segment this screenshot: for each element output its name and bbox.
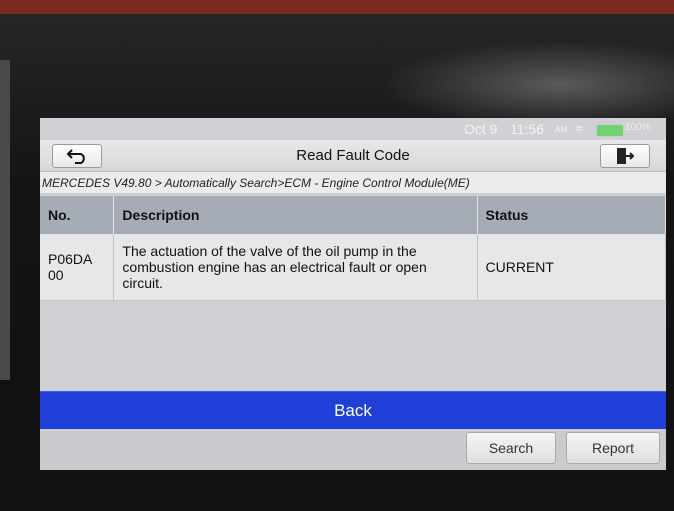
back-button[interactable]: Back — [40, 391, 666, 430]
status-bar: Oct 9 11:56 AM ≈ 100% — [40, 118, 666, 140]
page-title: Read Fault Code — [296, 147, 410, 164]
column-header-no: No. — [40, 196, 115, 234]
status-date: Oct 9 — [464, 121, 498, 137]
wifi-icon: ≈ — [575, 120, 583, 136]
fault-description: The actuation of the valve of the oil pu… — [122, 243, 427, 291]
fault-description-cell: The actuation of the valve of the oil pu… — [113, 234, 478, 301]
battery-icon — [596, 124, 624, 137]
fault-status: CURRENT — [485, 259, 554, 275]
status-ampm: AM — [555, 125, 567, 134]
battery-level: 100% — [625, 122, 651, 133]
app-screen: Oct 9 11:56 AM ≈ 100% Read Fault Code ME… — [40, 118, 666, 470]
device-frame-top — [0, 0, 674, 14]
table-row[interactable]: P06DA 00 The actuation of the valve of t… — [40, 234, 666, 301]
report-button[interactable]: Report — [566, 432, 660, 464]
status-time: 11:56 — [510, 121, 544, 137]
breadcrumb: MERCEDES V49.80 > Automatically Search>E… — [40, 172, 666, 194]
column-header-description: Description — [113, 196, 478, 234]
exit-button[interactable] — [600, 144, 650, 168]
search-button[interactable]: Search — [466, 432, 556, 464]
device-left-edge — [0, 60, 10, 380]
footer-bar: Search Report — [40, 429, 666, 470]
exit-door-icon — [617, 148, 635, 164]
fault-code-table: No. Description Status P06DA 00 The actu… — [40, 196, 666, 301]
fault-code: P06DA 00 — [48, 251, 93, 283]
fault-code-cell: P06DA 00 — [40, 234, 115, 301]
column-header-status: Status — [477, 196, 666, 234]
fault-status-cell: CURRENT — [477, 234, 666, 301]
title-bar: Read Fault Code — [40, 140, 666, 172]
screen-glare — [380, 40, 674, 130]
